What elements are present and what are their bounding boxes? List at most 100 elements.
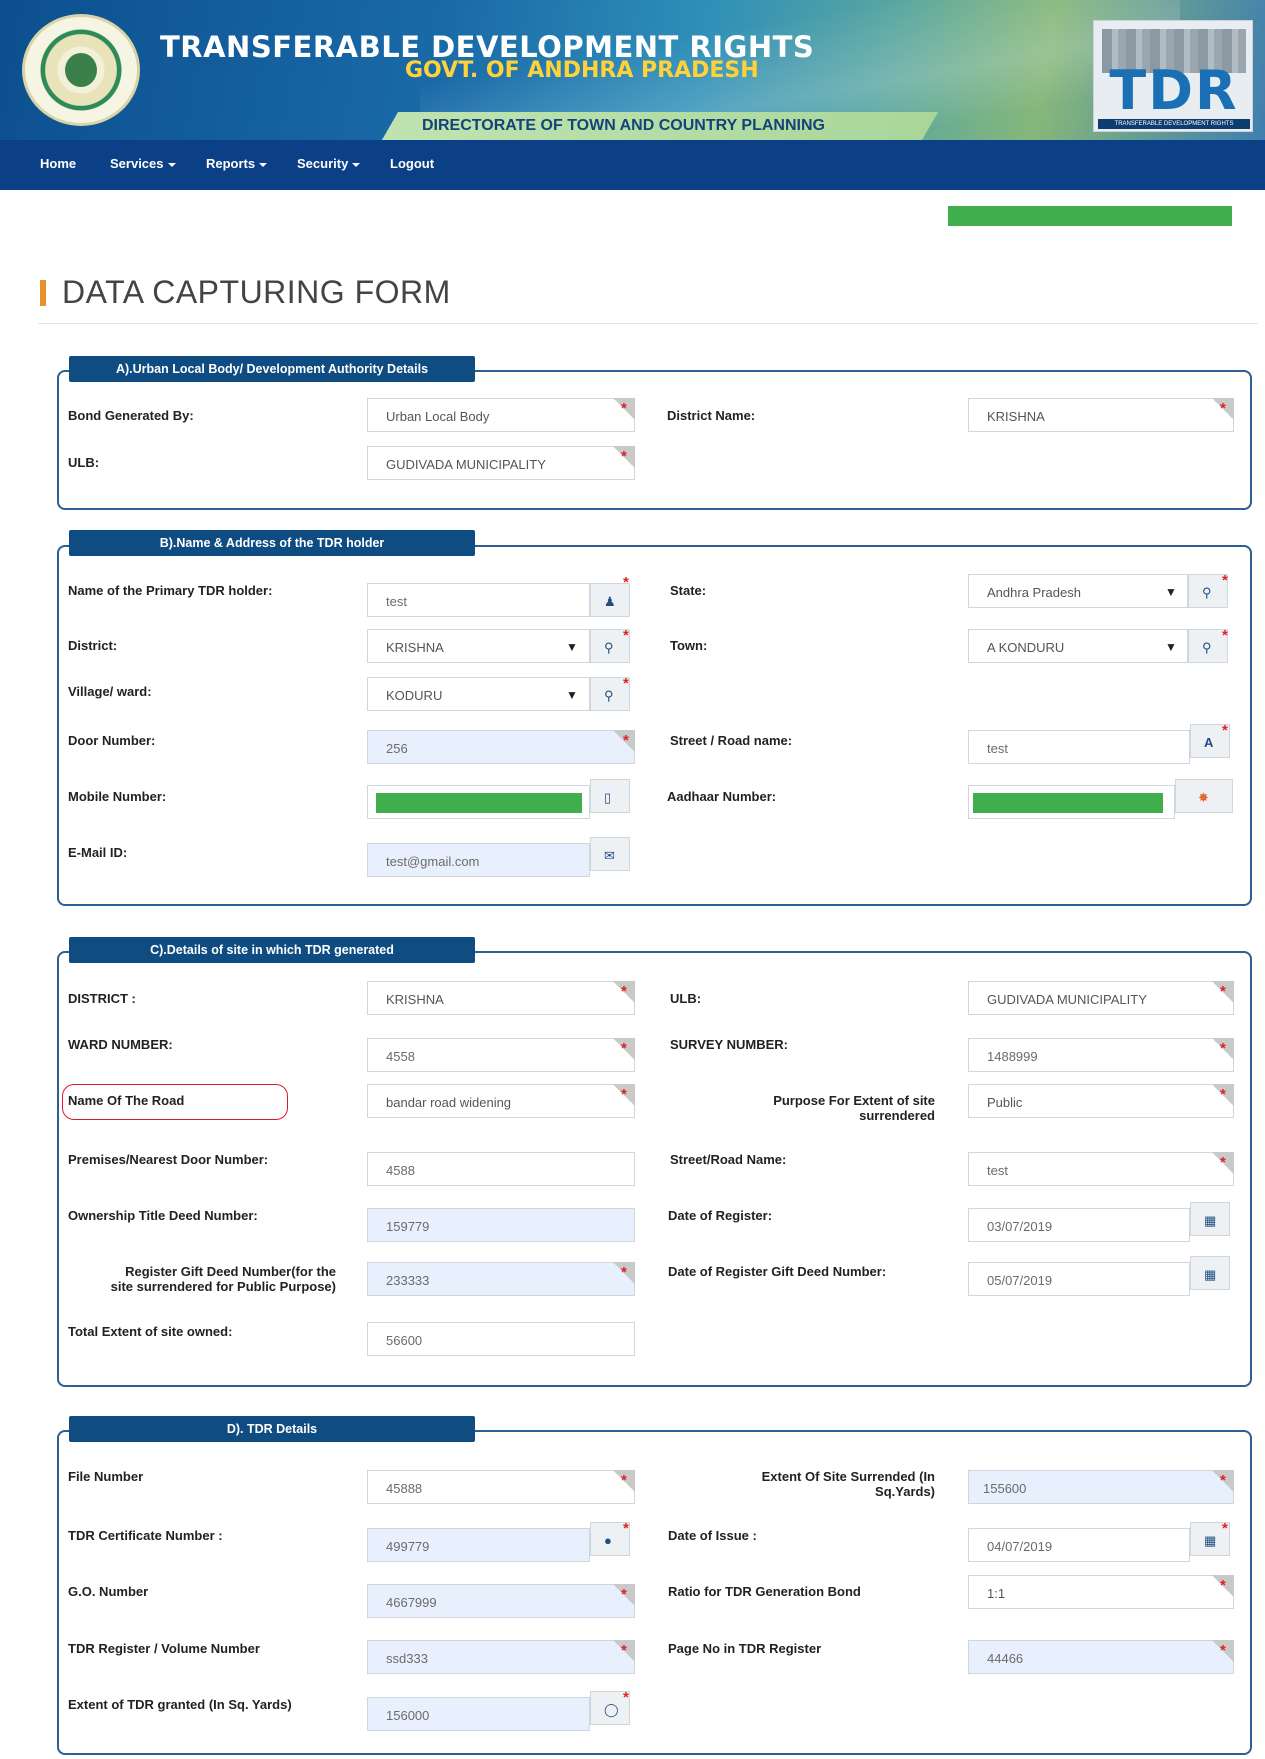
date-of-issue-value: 04/07/2019 bbox=[987, 1539, 1053, 1554]
tdr-logo: TDR TRANSFERABLE DEVELOPMENT RIGHTS bbox=[1093, 20, 1253, 132]
title-accent-bar bbox=[40, 280, 46, 306]
aadhaar-icon: ✸ bbox=[1198, 790, 1209, 805]
email-input[interactable]: test@gmail.com bbox=[367, 843, 590, 877]
dropdown-arrow-icon: ▼ bbox=[1165, 585, 1177, 599]
certificate-icon: ● bbox=[604, 1533, 612, 1548]
required-asterisk: * bbox=[1220, 983, 1226, 1000]
file-number-input[interactable]: 45888 bbox=[367, 1470, 635, 1504]
aadhaar-number-label: Aadhaar Number: bbox=[667, 789, 777, 804]
nav-logout[interactable]: Logout bbox=[390, 156, 434, 171]
bond-generated-by-label: Bond Generated By: bbox=[68, 408, 194, 423]
purpose-select[interactable]: Public bbox=[968, 1084, 1234, 1118]
required-asterisk: * bbox=[623, 1520, 629, 1537]
village-select[interactable]: KODURU ▼ bbox=[367, 677, 590, 711]
required-asterisk: * bbox=[1220, 1040, 1226, 1057]
section-d-legend: D). TDR Details bbox=[69, 1416, 475, 1442]
required-asterisk: * bbox=[621, 1586, 627, 1603]
map-marker-icon: ⚲ bbox=[1202, 585, 1212, 600]
district-select[interactable]: KRISHNA ▼ bbox=[367, 629, 590, 663]
survey-number-input[interactable]: 1488999 bbox=[968, 1038, 1234, 1072]
site-street-label: Street/Road Name: bbox=[670, 1152, 787, 1167]
title-deed-label: Ownership Title Deed Number: bbox=[68, 1208, 258, 1223]
mobile-icon: ▯ bbox=[604, 790, 612, 805]
gift-deed-label-line1: Register Gift Deed Number(for the bbox=[125, 1264, 336, 1279]
district-label: District: bbox=[68, 638, 118, 653]
page-no-input[interactable]: 44466 bbox=[968, 1640, 1234, 1674]
road-name-label: Name Of The Road bbox=[68, 1093, 185, 1108]
gift-deed-label-line2: site surrendered for Public Purpose) bbox=[110, 1279, 336, 1294]
required-asterisk: * bbox=[1220, 1577, 1226, 1594]
tdr-certificate-input[interactable]: 499779 bbox=[367, 1528, 590, 1562]
required-asterisk: * bbox=[623, 627, 629, 644]
site-ulb-label: ULB: bbox=[670, 991, 702, 1006]
map-marker-icon: ⚲ bbox=[1202, 640, 1212, 655]
site-street-input[interactable]: test bbox=[968, 1152, 1234, 1186]
nav-security[interactable]: Security bbox=[297, 156, 361, 171]
calendar-icon: ▦ bbox=[1204, 1213, 1217, 1228]
nav-reports[interactable]: Reports bbox=[206, 156, 268, 171]
go-number-value: 4667999 bbox=[386, 1595, 437, 1610]
state-select[interactable]: Andhra Pradesh ▼ bbox=[968, 574, 1188, 608]
road-name-select[interactable]: bandar road widening bbox=[367, 1084, 635, 1118]
email-value: test@gmail.com bbox=[386, 854, 480, 869]
ratio-select[interactable]: 1:1 bbox=[968, 1575, 1234, 1609]
section-a-legend: A).Urban Local Body/ Development Authori… bbox=[69, 356, 475, 382]
purpose-label-line2: surrendered bbox=[859, 1108, 935, 1123]
section-c-legend: C).Details of site in which TDR generate… bbox=[69, 937, 475, 963]
town-label: Town: bbox=[670, 638, 708, 653]
state-value: Andhra Pradesh bbox=[987, 585, 1081, 600]
ulb-value: GUDIVADA MUNICIPALITY bbox=[386, 457, 546, 472]
globe-icon: ◯ bbox=[604, 1702, 619, 1717]
district-name-value: KRISHNA bbox=[987, 409, 1045, 424]
extent-granted-input[interactable]: 156000 bbox=[367, 1697, 590, 1731]
town-select[interactable]: A KONDURU ▼ bbox=[968, 629, 1188, 663]
premises-input[interactable]: 4588 bbox=[367, 1152, 635, 1186]
required-asterisk: * bbox=[1220, 1642, 1226, 1659]
date-of-issue-input[interactable]: 04/07/2019 bbox=[968, 1528, 1190, 1562]
masked-mobile-number bbox=[376, 793, 582, 813]
calendar-addon[interactable]: ▦ bbox=[1190, 1256, 1230, 1290]
calendar-icon: ▦ bbox=[1204, 1533, 1217, 1548]
mobile-number-input[interactable] bbox=[367, 785, 590, 819]
nav-home[interactable]: Home bbox=[40, 156, 76, 171]
page-title: DATA CAPTURING FORM bbox=[62, 274, 451, 310]
go-number-input[interactable]: 4667999 bbox=[367, 1584, 635, 1618]
door-number-label: Door Number: bbox=[68, 733, 156, 748]
date-of-gift-deed-input[interactable]: 05/07/2019 bbox=[968, 1262, 1190, 1296]
district-name-select[interactable]: KRISHNA bbox=[968, 398, 1234, 432]
nav-services[interactable]: Services bbox=[110, 156, 176, 171]
bond-generated-by-select[interactable]: Urban Local Body bbox=[367, 398, 635, 432]
gift-deed-value: 233333 bbox=[386, 1273, 430, 1288]
title-deed-input[interactable]: 159779 bbox=[367, 1208, 635, 1242]
main-navbar: Home Services Reports Security Logout bbox=[0, 140, 1265, 190]
page-no-value: 44466 bbox=[987, 1651, 1024, 1666]
site-district-select[interactable]: KRISHNA bbox=[367, 981, 635, 1015]
section-a-ulb-details bbox=[57, 370, 1252, 510]
total-extent-input[interactable]: 56600 bbox=[367, 1322, 635, 1356]
ward-number-input[interactable]: 4558 bbox=[367, 1038, 635, 1072]
calendar-icon: ▦ bbox=[1204, 1267, 1217, 1282]
date-of-register-input[interactable]: 03/07/2019 bbox=[968, 1208, 1190, 1242]
calendar-addon[interactable]: ▦ bbox=[1190, 1202, 1230, 1236]
register-volume-input[interactable]: ssd333 bbox=[367, 1640, 635, 1674]
ulb-select[interactable]: GUDIVADA MUNICIPALITY bbox=[367, 446, 635, 480]
masked-user-info bbox=[948, 206, 1232, 226]
date-of-gift-deed-label: Date of Register Gift Deed Number: bbox=[668, 1264, 887, 1279]
aadhaar-number-input[interactable] bbox=[968, 785, 1175, 819]
masked-aadhaar-number bbox=[973, 793, 1163, 813]
street-name-input[interactable]: test bbox=[968, 730, 1190, 764]
dropdown-arrow-icon: ▼ bbox=[566, 640, 578, 654]
font-icon: A bbox=[1204, 735, 1214, 750]
gift-deed-input[interactable]: 233333 bbox=[367, 1262, 635, 1296]
bond-generated-by-value: Urban Local Body bbox=[386, 409, 490, 424]
total-extent-value: 56600 bbox=[386, 1333, 423, 1348]
extent-surrendered-label: Extent Of Site Surrended (In Sq.Yards) bbox=[680, 1469, 935, 1499]
site-ulb-select[interactable]: GUDIVADA MUNICIPALITY bbox=[968, 981, 1234, 1015]
door-number-input[interactable]: 256 bbox=[367, 730, 635, 764]
primary-holder-input[interactable]: test bbox=[367, 583, 590, 617]
required-asterisk: * bbox=[623, 732, 629, 749]
date-of-gift-deed-value: 05/07/2019 bbox=[987, 1273, 1053, 1288]
site-district-value: KRISHNA bbox=[386, 992, 444, 1007]
ward-number-value: 4558 bbox=[386, 1049, 415, 1064]
extent-surrendered-input[interactable]: 155600 bbox=[968, 1470, 1234, 1504]
